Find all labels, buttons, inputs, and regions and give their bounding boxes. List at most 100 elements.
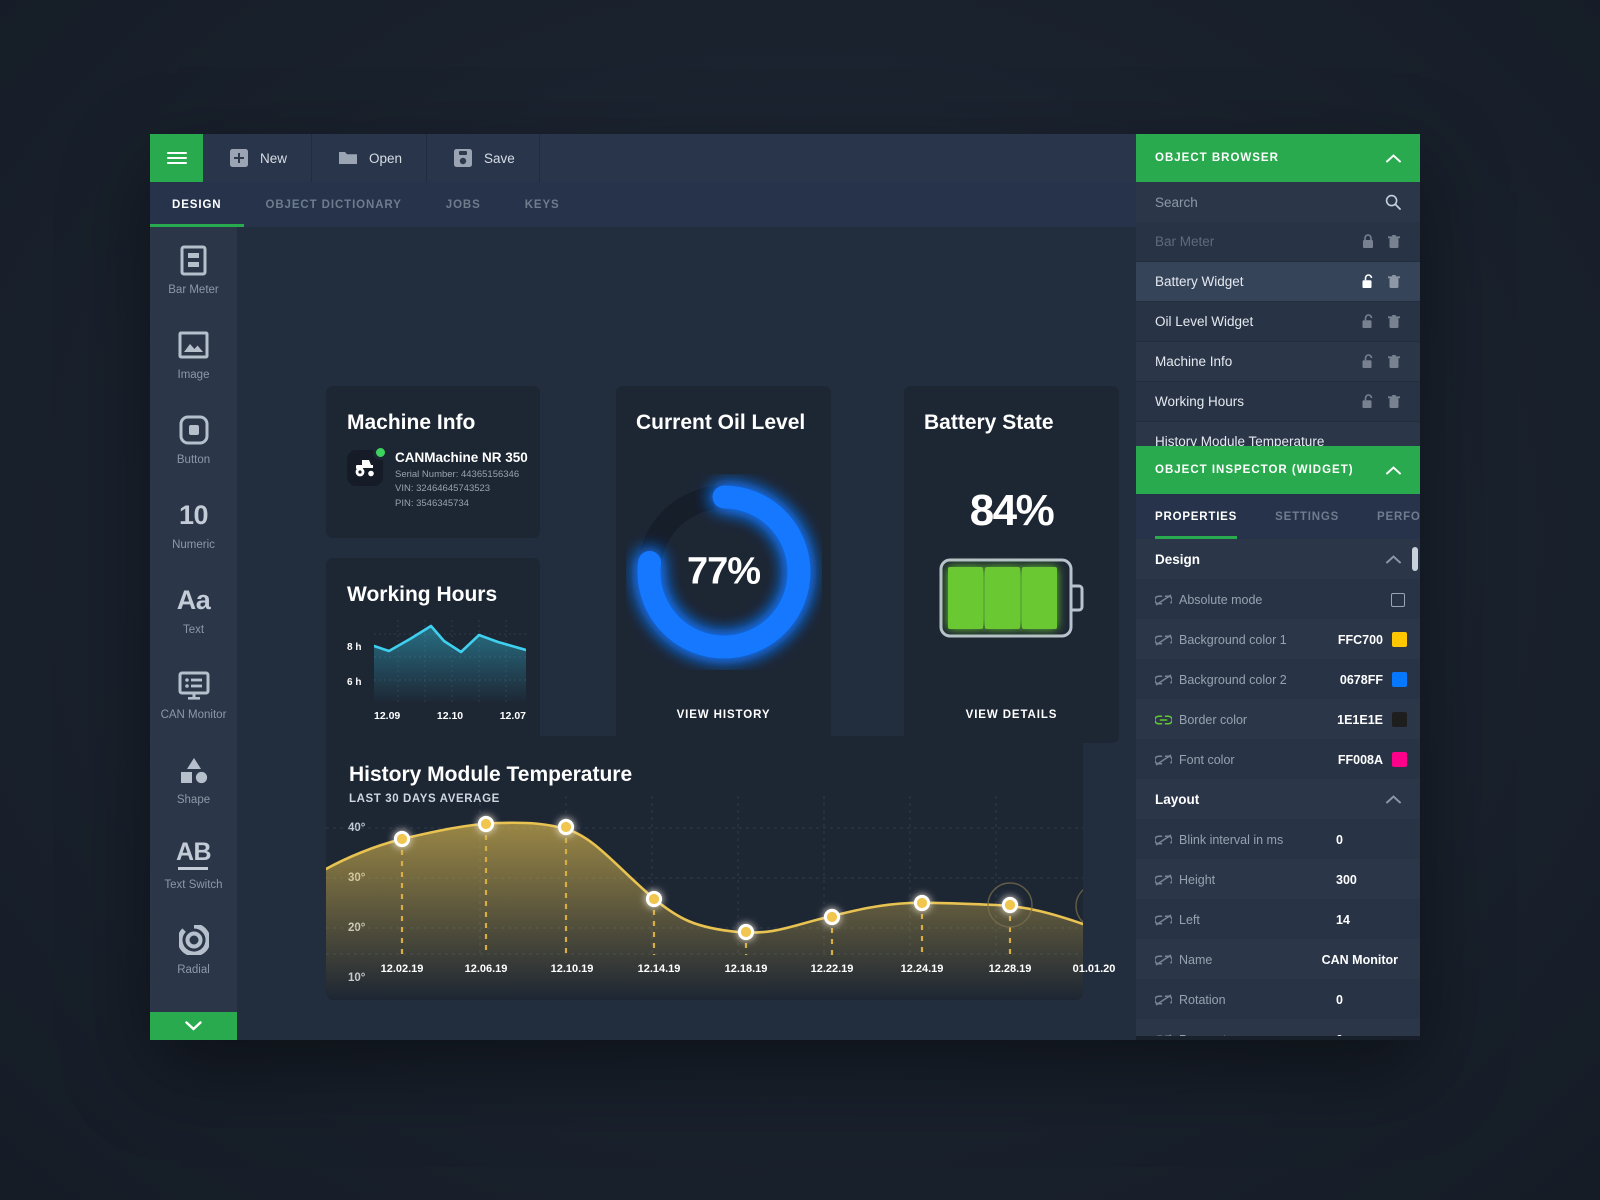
property-row-background-color-2[interactable]: Background color 2 0678FF <box>1136 659 1420 699</box>
oil-level-card[interactable]: Current Oil Level 77% VIEW HISTORY <box>616 386 831 743</box>
property-value: 0 <box>1336 832 1343 847</box>
view-details-link[interactable]: VIEW DETAILS <box>904 709 1119 721</box>
machine-details: CANMachine NR 350 Serial Number: 4436515… <box>395 450 528 511</box>
tab-keys[interactable]: KEYS <box>503 182 582 227</box>
object-row-machine-info[interactable]: Machine Info <box>1136 342 1420 382</box>
object-list[interactable]: Bar Meter Battery Widget Oil Level Widge… <box>1136 222 1420 454</box>
color-swatch[interactable] <box>1392 752 1407 767</box>
broken-link-icon <box>1155 1033 1179 1036</box>
property-label: Background color 2 <box>1179 672 1287 687</box>
object-row-working-hours[interactable]: Working Hours <box>1136 382 1420 422</box>
machine-info-title: Machine Info <box>347 411 476 434</box>
working-hours-xtick-2: 12.07 <box>499 710 526 722</box>
palette-item-image[interactable]: Image <box>150 312 237 397</box>
design-canvas[interactable]: Machine Info CANMachine NR 350 Serial Nu… <box>237 227 1136 1040</box>
palette-more-button[interactable] <box>150 1012 237 1040</box>
property-label: Background color 1 <box>1179 632 1287 647</box>
property-value: 0 <box>1336 1033 1398 1037</box>
property-row-name[interactable]: Name CAN Monitor <box>1136 939 1420 979</box>
unlock-icon[interactable] <box>1355 394 1381 409</box>
tab-design[interactable]: DESIGN <box>150 182 244 227</box>
palette-item-radial-label: Radial <box>177 964 210 976</box>
trash-icon[interactable] <box>1381 234 1407 249</box>
palette-item-can-monitor[interactable]: CAN Monitor <box>150 652 237 737</box>
tab-settings-label: SETTINGS <box>1275 510 1340 523</box>
property-row-parametr[interactable]: Parametr 0 <box>1136 1019 1420 1036</box>
property-value: 0678FF <box>1339 672 1383 687</box>
inspector-properties-body[interactable]: Design Absolute mode Background color 1 … <box>1136 539 1420 1036</box>
object-row-bar-meter[interactable]: Bar Meter <box>1136 222 1420 262</box>
app-window: New Open Save DESIGN OBJECT DICTIONARY J… <box>150 134 1420 1040</box>
palette-item-text-switch[interactable]: AB Text Switch <box>150 822 237 907</box>
text-switch-glyph: AB <box>175 838 212 866</box>
tab-jobs[interactable]: JOBS <box>424 182 503 227</box>
trash-icon[interactable] <box>1381 354 1407 369</box>
inspector-scrollbar[interactable] <box>1412 547 1418 571</box>
property-row-blink-interval[interactable]: Blink interval in ms 0 <box>1136 819 1420 859</box>
broken-link-icon <box>1155 753 1179 766</box>
palette-item-button[interactable]: Button <box>150 397 237 482</box>
history-temperature-card[interactable]: History Module Temperature LAST 30 DAYS … <box>326 736 1115 1000</box>
group-design-label: Design <box>1155 551 1201 567</box>
hamburger-menu-button[interactable] <box>150 134 203 182</box>
machine-info-card[interactable]: Machine Info CANMachine NR 350 Serial Nu… <box>326 386 540 538</box>
trash-icon[interactable] <box>1381 314 1407 329</box>
trash-icon[interactable] <box>1381 394 1407 409</box>
view-history-link[interactable]: VIEW HISTORY <box>616 709 831 721</box>
property-value: FF008A <box>1337 752 1383 767</box>
search-input[interactable] <box>1155 194 1345 210</box>
property-row-rotation[interactable]: Rotation 0 <box>1136 979 1420 1019</box>
tab-properties[interactable]: PROPERTIES <box>1136 494 1256 539</box>
unlock-icon[interactable] <box>1355 314 1381 329</box>
tab-object-dictionary-label: OBJECT DICTIONARY <box>265 198 402 211</box>
trash-icon[interactable] <box>1381 274 1407 289</box>
property-row-absolute-mode[interactable]: Absolute mode <box>1136 579 1420 619</box>
object-row-oil-level-widget[interactable]: Oil Level Widget <box>1136 302 1420 342</box>
object-inspector-title: OBJECT INSPECTOR (WIDGET) <box>1155 464 1354 476</box>
search-icon[interactable] <box>1385 194 1401 210</box>
palette-item-text-label: Text <box>182 624 205 636</box>
open-button[interactable]: Open <box>312 134 428 182</box>
battery-state-card[interactable]: Battery State 84% VIEW DETAILS <box>904 386 1119 743</box>
absolute-mode-checkbox[interactable] <box>1391 592 1405 607</box>
object-browser-search[interactable] <box>1136 182 1420 222</box>
object-row-battery-widget[interactable]: Battery Widget <box>1136 262 1420 302</box>
color-swatch[interactable] <box>1392 672 1407 687</box>
group-header-design[interactable]: Design <box>1136 539 1420 579</box>
tab-object-dictionary[interactable]: OBJECT DICTIONARY <box>244 182 424 227</box>
tab-settings[interactable]: SETTINGS <box>1256 494 1358 539</box>
new-button[interactable]: New <box>203 134 313 182</box>
shape-icon <box>179 753 209 787</box>
working-hours-xtick-0: 12.09 <box>374 710 401 722</box>
chevron-up-icon <box>1386 465 1401 474</box>
property-label: Parametr <box>1179 1033 1336 1037</box>
palette-item-numeric-label: Numeric <box>172 539 215 551</box>
group-header-layout[interactable]: Layout <box>1136 779 1420 819</box>
lock-icon[interactable] <box>1355 234 1381 249</box>
property-row-font-color[interactable]: Font color FF008A <box>1136 739 1420 779</box>
property-row-background-color-1[interactable]: Background color 1 FFC700 <box>1136 619 1420 659</box>
machine-vin: VIN: 32464645743523 <box>395 483 491 495</box>
color-swatch[interactable] <box>1392 712 1407 727</box>
property-row-border-color[interactable]: Border color 1E1E1E <box>1136 699 1420 739</box>
unlock-icon[interactable] <box>1355 274 1381 289</box>
unlock-icon[interactable] <box>1355 354 1381 369</box>
property-row-left[interactable]: Left 14 <box>1136 899 1420 939</box>
property-label: Height <box>1179 872 1216 887</box>
palette-item-radial[interactable]: Radial <box>150 907 237 992</box>
open-button-label: Open <box>369 150 403 166</box>
working-hours-card[interactable]: Working Hours 8 h 6 h 12.09 12.10 12.07 <box>326 558 540 743</box>
save-button[interactable]: Save <box>427 134 540 182</box>
palette-item-bar-meter[interactable]: Bar Meter <box>150 227 237 312</box>
palette-item-shape[interactable]: Shape <box>150 737 237 822</box>
broken-link-icon <box>1155 833 1179 846</box>
property-row-height[interactable]: Height 300 <box>1136 859 1420 899</box>
object-inspector-header[interactable]: OBJECT INSPECTOR (WIDGET) <box>1136 446 1420 494</box>
property-label: Rotation <box>1179 992 1226 1007</box>
tab-performance[interactable]: PERFORMANCE <box>1358 494 1420 539</box>
color-swatch[interactable] <box>1392 632 1407 647</box>
palette-item-numeric[interactable]: 10 Numeric <box>150 482 237 567</box>
object-browser-header[interactable]: OBJECT BROWSER <box>1136 134 1420 182</box>
bar-meter-icon <box>180 243 207 277</box>
palette-item-text[interactable]: Aa Text <box>150 567 237 652</box>
